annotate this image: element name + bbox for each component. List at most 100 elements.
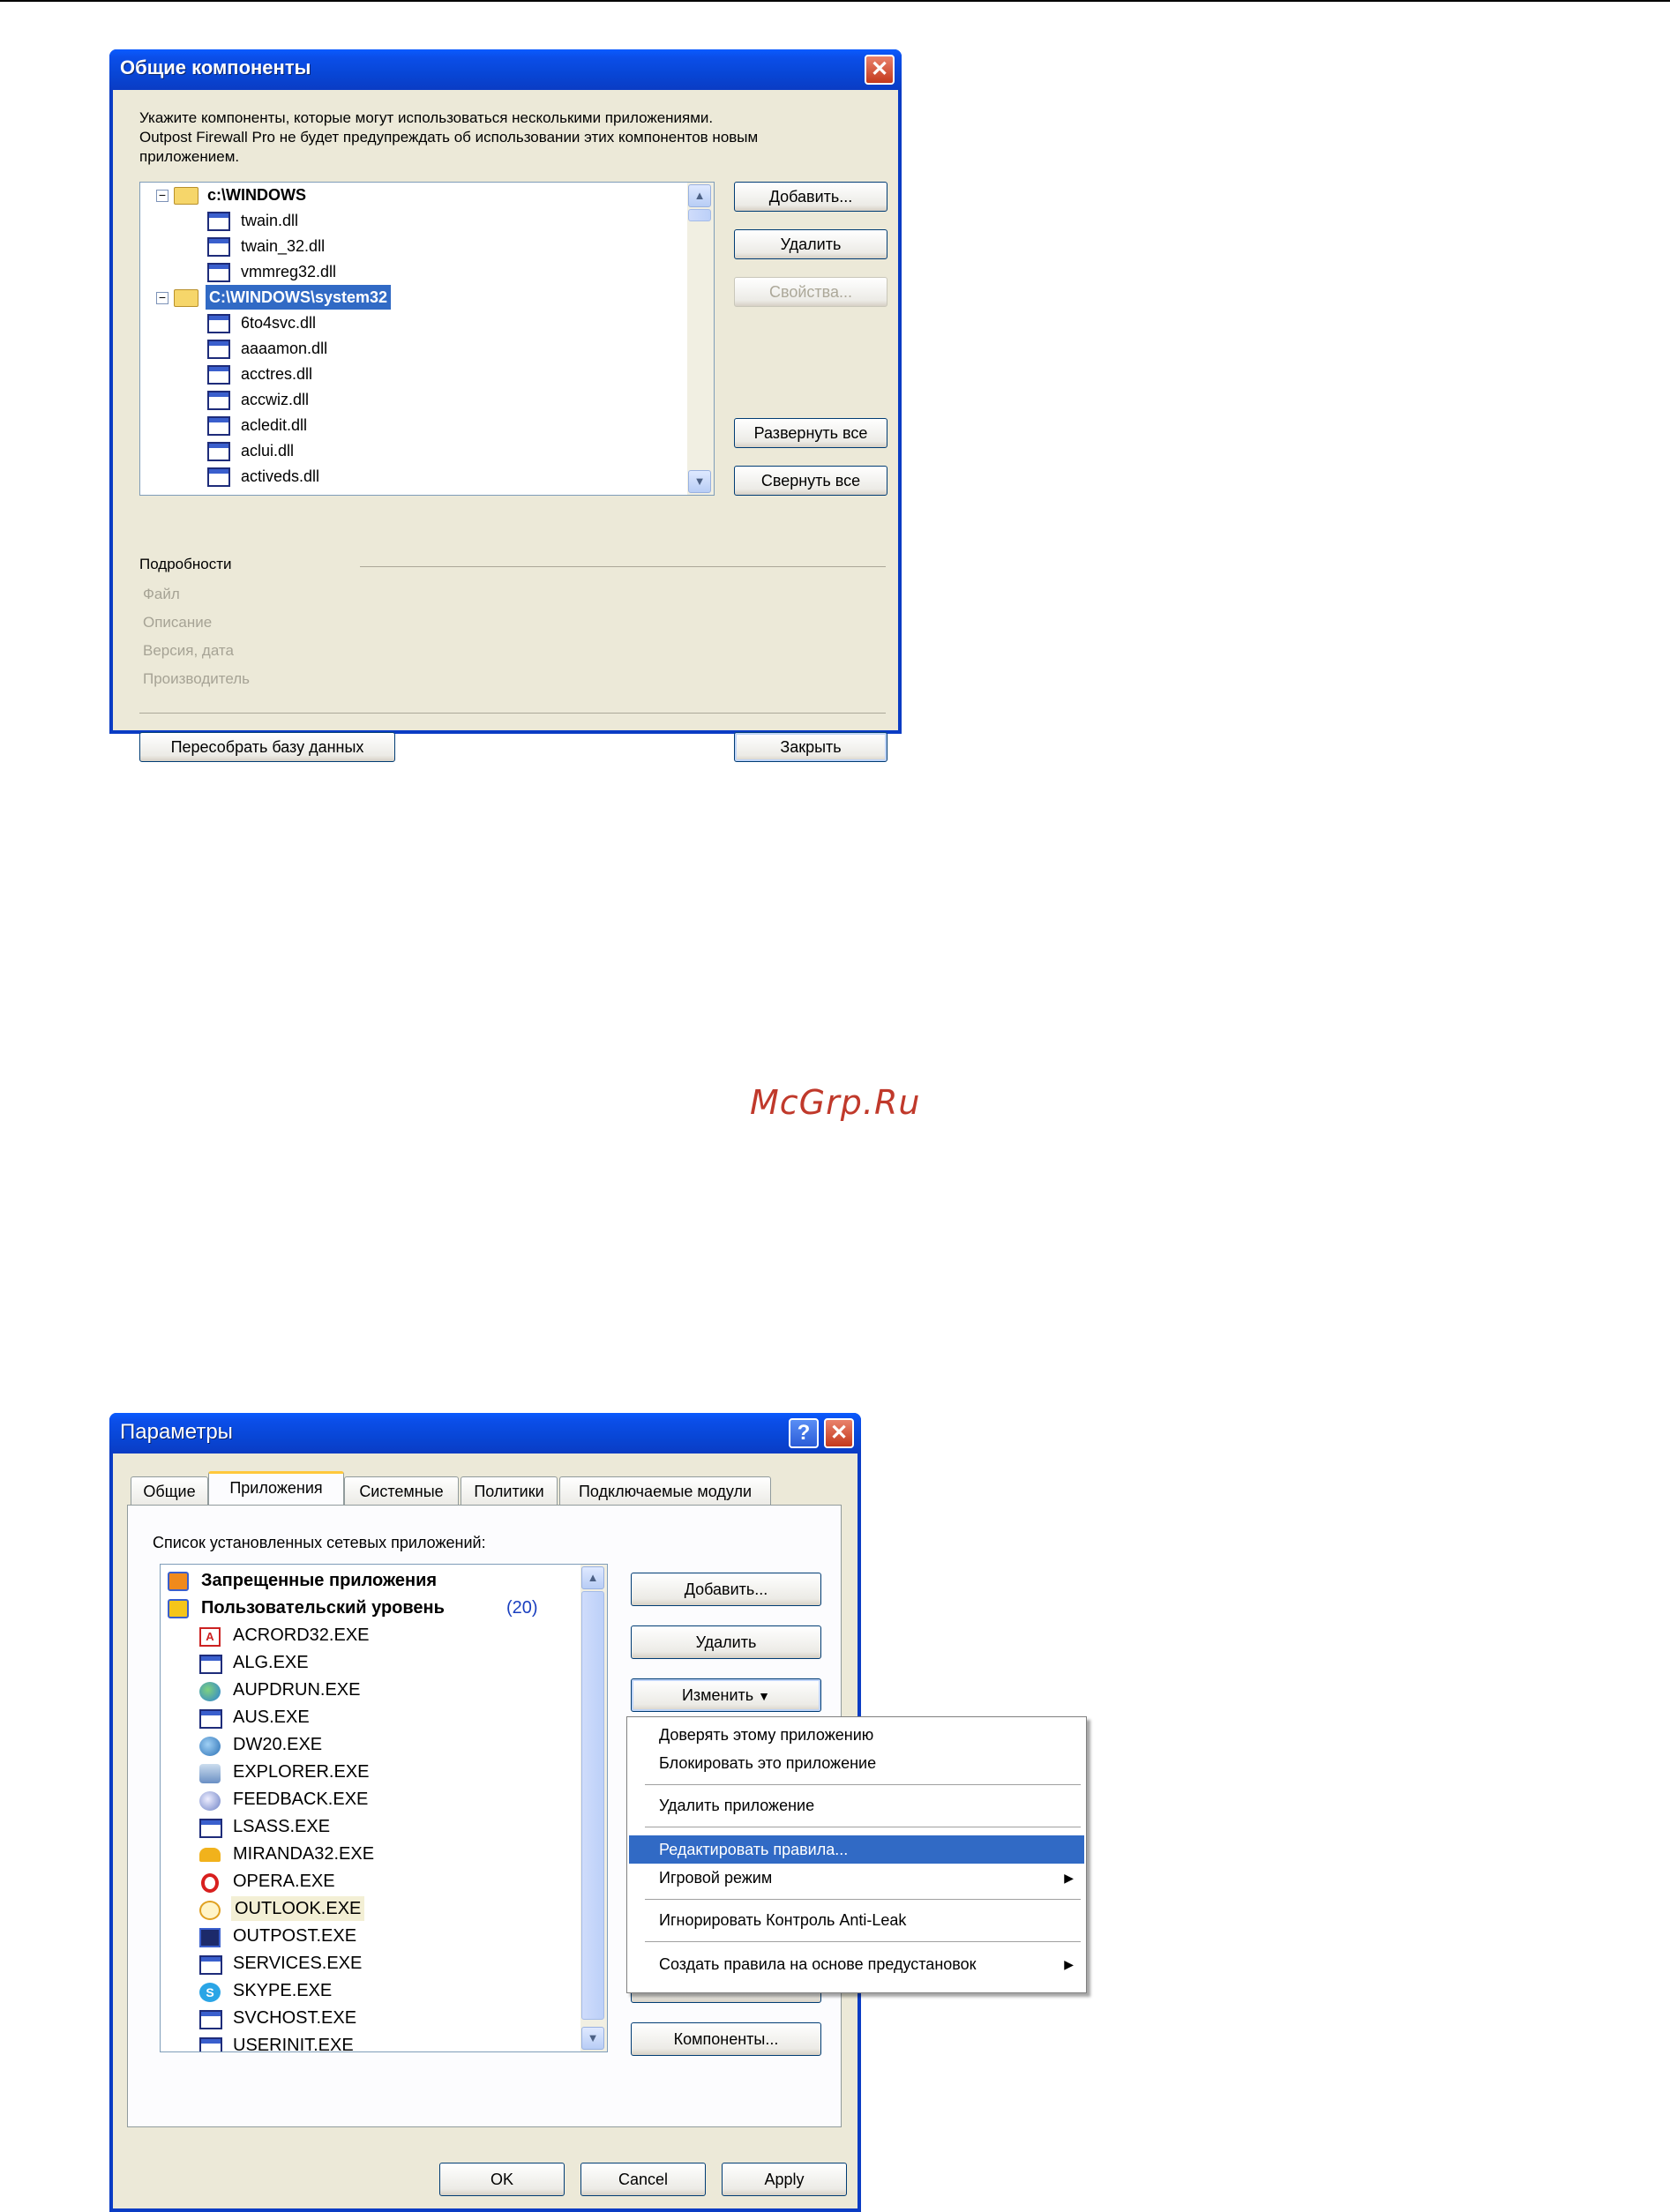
tree-node-file[interactable]: vmmreg32.dll bbox=[241, 259, 336, 284]
outpost-icon bbox=[199, 1928, 221, 1947]
menu-item-create-rules-preset[interactable]: Создать правила на основе предустановок … bbox=[629, 1950, 1084, 1978]
scroll-thumb[interactable] bbox=[688, 209, 711, 221]
app-row[interactable]: SVCHOST.EXE bbox=[233, 2006, 356, 2030]
details-file-label: Файл bbox=[143, 586, 180, 602]
app-row[interactable]: AUS.EXE bbox=[233, 1705, 310, 1730]
help-icon[interactable]: ? bbox=[789, 1418, 819, 1448]
submenu-arrow-icon: ▶ bbox=[1064, 1957, 1074, 1971]
blocked-apps-group[interactable]: Запрещенные приложения bbox=[201, 1568, 437, 1593]
app-row[interactable]: USERINIT.EXE bbox=[233, 2033, 354, 2051]
apply-button[interactable]: Apply bbox=[722, 2163, 847, 2196]
collapse-icon[interactable]: − bbox=[156, 291, 168, 304]
change-button-label: Изменить bbox=[681, 1686, 754, 1704]
app-row[interactable]: SKYPE.EXE bbox=[233, 1978, 332, 2003]
acrobat-icon: A bbox=[199, 1627, 221, 1647]
window-app-icon bbox=[199, 1655, 222, 1674]
app-row[interactable]: OUTPOST.EXE bbox=[233, 1924, 356, 1948]
skype-icon: S bbox=[199, 1983, 221, 2002]
dll-file-icon bbox=[207, 212, 230, 231]
explorer-icon bbox=[199, 1764, 221, 1783]
tree-node-file[interactable]: aaaamon.dll bbox=[241, 336, 327, 361]
tree-node-file[interactable]: aclui.dll bbox=[241, 438, 294, 463]
menu-item-edit-rules[interactable]: Редактировать правила... bbox=[629, 1835, 1084, 1864]
tree-node-file[interactable]: twain_32.dll bbox=[241, 234, 325, 258]
cancel-button[interactable]: Cancel bbox=[580, 2163, 706, 2196]
tab-policies[interactable]: Политики bbox=[461, 1476, 558, 1505]
scroll-thumb[interactable] bbox=[581, 1591, 604, 2020]
add-button[interactable]: Добавить... bbox=[734, 182, 887, 212]
user-level-group-icon bbox=[168, 1599, 189, 1618]
app-row-selected[interactable]: OUTLOOK.EXE bbox=[231, 1896, 365, 1921]
description-line-3: приложением. bbox=[139, 148, 240, 165]
menu-item-delete-app[interactable]: Удалить приложение bbox=[629, 1791, 1084, 1820]
details-heading: Подробности bbox=[139, 556, 232, 572]
menu-separator bbox=[645, 1899, 1081, 1900]
components-button[interactable]: Компоненты... bbox=[631, 2022, 821, 2056]
app-row[interactable]: DW20.EXE bbox=[233, 1732, 322, 1757]
app-row[interactable]: MIRANDA32.EXE bbox=[233, 1842, 374, 1866]
collapse-icon[interactable]: − bbox=[156, 189, 168, 202]
app-row[interactable]: ACRORD32.EXE bbox=[233, 1623, 370, 1648]
feedback-icon bbox=[199, 1791, 221, 1811]
menu-item-ignore-antileak[interactable]: Игнорировать Контроль Anti-Leak bbox=[629, 1906, 1084, 1934]
scroll-down-icon[interactable]: ▼ bbox=[688, 470, 711, 493]
change-dropdown-button[interactable]: Изменить ▼ bbox=[631, 1678, 821, 1712]
tab-general[interactable]: Общие bbox=[131, 1476, 208, 1505]
tab-applications[interactable]: Приложения bbox=[208, 1471, 344, 1505]
app-row[interactable]: EXPLORER.EXE bbox=[233, 1760, 370, 1784]
tree-node-file[interactable]: twain.dll bbox=[241, 208, 298, 233]
opera-icon bbox=[201, 1873, 219, 1893]
menu-item-trust-app[interactable]: Доверять этому приложению bbox=[629, 1721, 1084, 1749]
window-app-icon bbox=[199, 2037, 222, 2051]
scroll-up-icon[interactable]: ▲ bbox=[581, 1566, 604, 1589]
scroll-down-icon[interactable]: ▼ bbox=[581, 2027, 604, 2050]
expand-all-button[interactable]: Развернуть все bbox=[734, 418, 887, 448]
title-bar[interactable]: Общие компоненты ✕ bbox=[109, 49, 902, 90]
app-row[interactable]: AUPDRUN.EXE bbox=[233, 1678, 360, 1702]
tree-scrollbar[interactable]: ▲ ▼ bbox=[687, 183, 714, 495]
tree-node-folder[interactable]: c:\WINDOWS bbox=[207, 183, 306, 207]
collapse-all-button[interactable]: Свернуть все bbox=[734, 466, 887, 496]
folder-icon bbox=[174, 187, 198, 205]
app-row[interactable]: SERVICES.EXE bbox=[233, 1951, 362, 1976]
window-title: Параметры bbox=[120, 1420, 233, 1444]
submenu-arrow-icon: ▶ bbox=[1064, 1871, 1074, 1885]
applications-list[interactable]: Запрещенные приложения Пользовательский … bbox=[160, 1564, 608, 2052]
details-version-label: Версия, дата bbox=[143, 642, 234, 659]
properties-button[interactable]: Свойства... bbox=[734, 277, 887, 307]
remove-button[interactable]: Удалить bbox=[734, 229, 887, 259]
tree-node-folder-selected[interactable]: C:\WINDOWS\system32 bbox=[206, 285, 392, 310]
app-row[interactable]: LSASS.EXE bbox=[233, 1814, 330, 1839]
tab-system[interactable]: Системные bbox=[344, 1476, 459, 1505]
title-bar[interactable]: Параметры ? ✕ bbox=[109, 1413, 861, 1453]
list-scrollbar[interactable]: ▲ ▼ bbox=[580, 1565, 607, 2051]
app-row[interactable]: ALG.EXE bbox=[233, 1650, 309, 1675]
tab-plugins[interactable]: Подключаемые модули bbox=[559, 1476, 771, 1505]
menu-item-game-mode[interactable]: Игровой режим ▶ bbox=[629, 1864, 1084, 1892]
miranda-icon bbox=[199, 1848, 221, 1862]
change-context-menu: Доверять этому приложению Блокировать эт… bbox=[626, 1716, 1087, 1993]
user-level-group[interactable]: Пользовательский уровень bbox=[201, 1595, 445, 1620]
tree-node-file[interactable]: acctres.dll bbox=[241, 362, 312, 386]
rebuild-database-button[interactable]: Пересобрать базу данных bbox=[139, 732, 395, 762]
dll-file-icon bbox=[207, 467, 230, 487]
close-icon[interactable]: ✕ bbox=[865, 55, 895, 85]
scroll-up-icon[interactable]: ▲ bbox=[688, 184, 711, 207]
close-button[interactable]: Закрыть bbox=[734, 732, 887, 762]
components-tree[interactable]: − c:\WINDOWS twain.dll twain_32.dll vmmr… bbox=[139, 182, 715, 496]
menu-separator bbox=[645, 1784, 1081, 1785]
watermark: McGrp.Ru bbox=[750, 1083, 921, 1122]
clock-icon bbox=[199, 1901, 221, 1920]
menu-item-block-app[interactable]: Блокировать это приложение bbox=[629, 1749, 1084, 1777]
tree-node-file[interactable]: accwiz.dll bbox=[241, 387, 309, 412]
window-app-icon bbox=[199, 1709, 222, 1729]
tree-node-file[interactable]: acledit.dll bbox=[241, 413, 307, 437]
app-row[interactable]: FEEDBACK.EXE bbox=[233, 1787, 368, 1812]
app-row[interactable]: OPERA.EXE bbox=[233, 1869, 335, 1894]
tree-node-file[interactable]: 6to4svc.dll bbox=[241, 310, 316, 335]
tree-node-file[interactable]: activeds.dll bbox=[241, 464, 319, 489]
ok-button[interactable]: OK bbox=[439, 2163, 565, 2196]
close-icon[interactable]: ✕ bbox=[824, 1418, 854, 1448]
add-application-button[interactable]: Добавить... bbox=[631, 1573, 821, 1606]
remove-application-button[interactable]: Удалить bbox=[631, 1625, 821, 1659]
